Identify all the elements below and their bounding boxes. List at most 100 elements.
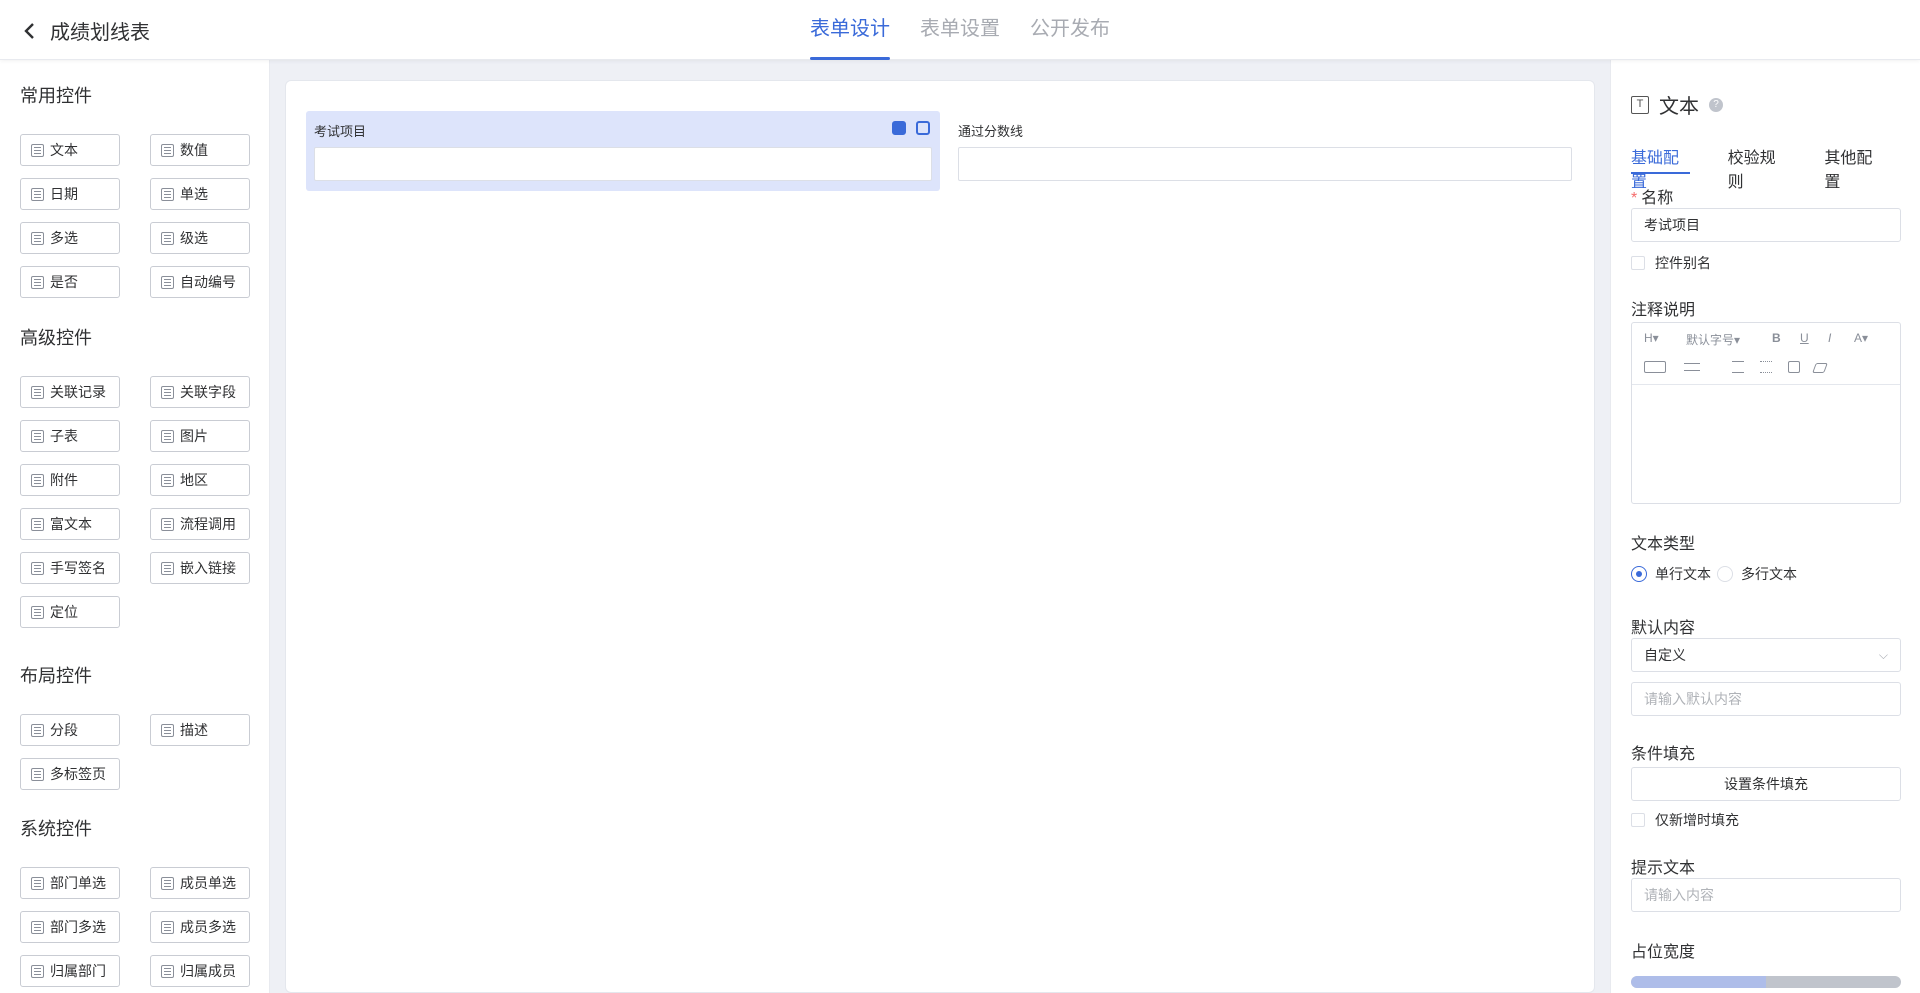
control-item[interactable]: 地区 bbox=[150, 464, 250, 496]
control-label: 多选 bbox=[50, 230, 78, 246]
control-type-icon bbox=[31, 143, 44, 157]
form-field-pass-score[interactable]: 通过分数线 bbox=[950, 111, 1580, 191]
conditional-fill-label: 条件填充 bbox=[1631, 746, 1696, 763]
control-item[interactable]: 文本 bbox=[20, 134, 120, 166]
control-type-icon bbox=[31, 723, 44, 737]
field-input-preview[interactable] bbox=[958, 147, 1572, 181]
control-item[interactable]: 定位 bbox=[20, 596, 120, 628]
field-input-preview[interactable] bbox=[314, 147, 932, 181]
control-item[interactable]: 成员多选 bbox=[150, 911, 250, 943]
control-label: 单选 bbox=[180, 186, 208, 202]
ordered-list-icon[interactable] bbox=[1732, 361, 1744, 373]
control-library: 常用控件 文本 数值 日期 单选 多选 级选 是否 自动编号 高级控件 关联记录 关联字段 子表 图片 附件… bbox=[0, 60, 270, 993]
control-label: 嵌入链接 bbox=[180, 560, 236, 576]
control-item[interactable]: 流程调用 bbox=[150, 508, 250, 540]
control-label: 富文本 bbox=[50, 516, 92, 532]
control-item[interactable]: 手写签名 bbox=[20, 552, 120, 584]
control-item[interactable]: 数值 bbox=[150, 134, 250, 166]
control-type-icon bbox=[31, 517, 44, 531]
group-title-2: 布局控件 bbox=[20, 666, 92, 686]
control-label: 数值 bbox=[180, 142, 208, 158]
rich-text-editor[interactable]: H▾ 默认字号▾ B U I A▾ bbox=[1631, 322, 1901, 504]
control-item[interactable]: 分段 bbox=[20, 714, 120, 746]
control-item[interactable]: 富文本 bbox=[20, 508, 120, 540]
form-canvas: 考试项目 通过分数线 bbox=[285, 80, 1595, 993]
control-item[interactable]: 归属成员 bbox=[150, 955, 250, 987]
bullet-list-icon[interactable] bbox=[1760, 361, 1772, 373]
form-field-exam-item[interactable]: 考试项目 bbox=[306, 111, 940, 191]
chevron-left-icon bbox=[24, 22, 34, 39]
tab-form-settings[interactable]: 表单设置 bbox=[920, 0, 1000, 60]
control-item[interactable]: 级选 bbox=[150, 222, 250, 254]
control-item[interactable]: 部门单选 bbox=[20, 867, 120, 899]
control-item[interactable]: 关联字段 bbox=[150, 376, 250, 408]
control-item[interactable]: 自动编号 bbox=[150, 266, 250, 298]
control-type-icon bbox=[161, 385, 174, 399]
control-label: 归属部门 bbox=[50, 963, 106, 979]
group-title-0: 常用控件 bbox=[20, 86, 92, 106]
align-icon[interactable] bbox=[1684, 363, 1700, 371]
tab-other-config[interactable]: 其他配置 bbox=[1824, 144, 1883, 191]
help-icon[interactable]: ? bbox=[1709, 97, 1723, 112]
underline-button[interactable]: U bbox=[1800, 331, 1809, 345]
font-size-select[interactable]: 默认字号▾ bbox=[1686, 331, 1740, 348]
control-item[interactable]: 单选 bbox=[150, 178, 250, 210]
name-input[interactable]: 考试项目 bbox=[1631, 208, 1901, 242]
control-label: 成员多选 bbox=[180, 919, 236, 935]
control-type-icon bbox=[161, 561, 174, 575]
radio-single-line[interactable]: 单行文本 bbox=[1631, 564, 1711, 584]
bold-button[interactable]: B bbox=[1772, 331, 1781, 345]
control-label: 关联记录 bbox=[50, 384, 106, 400]
radio-multi-line[interactable]: 多行文本 bbox=[1717, 564, 1797, 584]
control-item[interactable]: 图片 bbox=[150, 420, 250, 452]
alias-checkbox[interactable]: 控件别名 bbox=[1631, 253, 1711, 273]
control-type-icon bbox=[31, 920, 44, 934]
width-slider[interactable] bbox=[1631, 976, 1901, 988]
control-type-icon bbox=[31, 767, 44, 781]
control-type-icon bbox=[31, 964, 44, 978]
only-new-fill-checkbox[interactable]: 仅新增时填充 bbox=[1631, 810, 1739, 830]
control-label: 级选 bbox=[180, 230, 208, 246]
tab-basic-config[interactable]: 基础配置 bbox=[1631, 144, 1690, 191]
eraser-icon[interactable] bbox=[1812, 363, 1828, 373]
control-item[interactable]: 日期 bbox=[20, 178, 120, 210]
image-icon[interactable] bbox=[1788, 361, 1800, 373]
back-button[interactable]: 成绩划线表 bbox=[20, 16, 150, 45]
control-item[interactable]: 部门多选 bbox=[20, 911, 120, 943]
panel-title: 文本 bbox=[1659, 96, 1699, 118]
default-content-input[interactable]: 请输入默认内容 bbox=[1631, 682, 1901, 716]
default-content-select[interactable]: 自定义 ⌵ bbox=[1631, 638, 1901, 672]
width-label: 占位宽度 bbox=[1631, 944, 1696, 961]
radio-circle bbox=[1717, 566, 1733, 582]
highlight-icon[interactable] bbox=[1644, 361, 1666, 373]
hint-text-input[interactable]: 请输入内容 bbox=[1631, 878, 1901, 912]
control-item[interactable]: 附件 bbox=[20, 464, 120, 496]
control-label: 部门多选 bbox=[50, 919, 106, 935]
font-color-button[interactable]: A▾ bbox=[1854, 331, 1868, 345]
tab-publish[interactable]: 公开发布 bbox=[1030, 0, 1110, 60]
note-label: 注释说明 bbox=[1631, 302, 1696, 319]
panel-header: T 文本 ? bbox=[1631, 90, 1723, 119]
text-type-label: 文本类型 bbox=[1631, 536, 1696, 553]
control-item[interactable]: 成员单选 bbox=[150, 867, 250, 899]
control-label: 地区 bbox=[180, 472, 208, 488]
set-conditional-fill-button[interactable]: 设置条件填充 bbox=[1631, 767, 1901, 801]
control-item[interactable]: 嵌入链接 bbox=[150, 552, 250, 584]
control-type-icon bbox=[31, 275, 44, 289]
control-item[interactable]: 是否 bbox=[20, 266, 120, 298]
control-item[interactable]: 归属部门 bbox=[20, 955, 120, 987]
copy-icon[interactable] bbox=[892, 121, 906, 135]
italic-button[interactable]: I bbox=[1828, 331, 1831, 345]
control-label: 描述 bbox=[180, 722, 208, 738]
control-item[interactable]: 子表 bbox=[20, 420, 120, 452]
tab-validation-rules[interactable]: 校验规则 bbox=[1728, 144, 1787, 191]
control-label: 归属成员 bbox=[180, 963, 236, 979]
control-item[interactable]: 关联记录 bbox=[20, 376, 120, 408]
heading-button[interactable]: H▾ bbox=[1644, 331, 1659, 345]
control-item[interactable]: 描述 bbox=[150, 714, 250, 746]
checkbox-box bbox=[1631, 813, 1645, 827]
control-item[interactable]: 多标签页 bbox=[20, 758, 120, 790]
tab-form-design[interactable]: 表单设计 bbox=[810, 0, 890, 60]
trash-icon[interactable] bbox=[916, 121, 930, 135]
control-item[interactable]: 多选 bbox=[20, 222, 120, 254]
